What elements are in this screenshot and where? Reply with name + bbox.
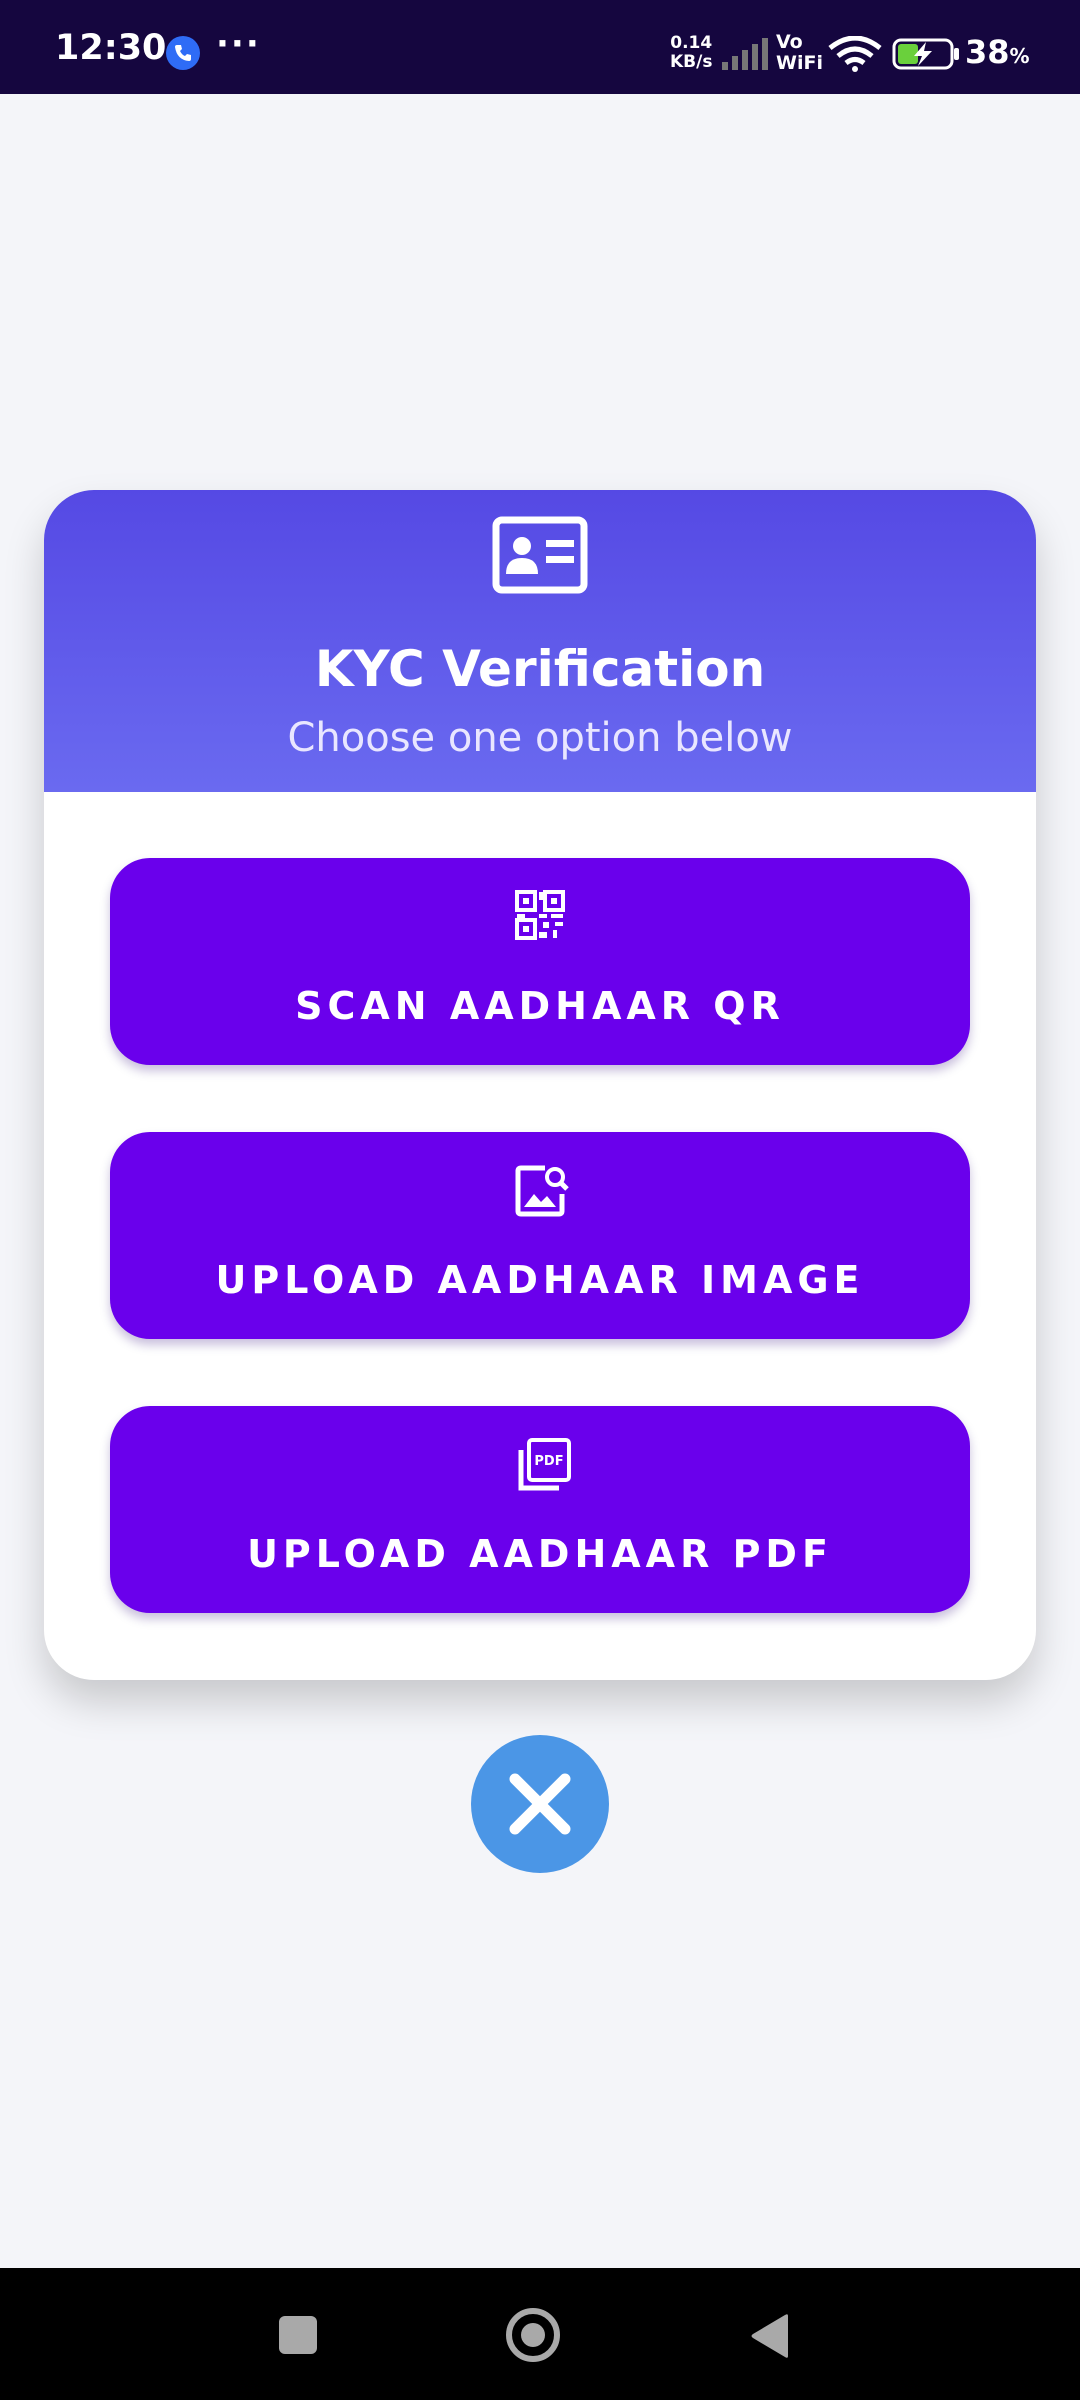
scan-aadhaar-qr-button[interactable]: SCAN AADHAAR QR: [110, 858, 970, 1065]
network-speed-unit: KB/s: [670, 52, 713, 72]
svg-text:PDF: PDF: [534, 1454, 563, 1469]
dialog-title: KYC Verification: [314, 640, 766, 698]
image-search-icon: [515, 1165, 569, 1217]
scan-aadhaar-qr-label: SCAN AADHAAR QR: [295, 984, 785, 1028]
status-bar: 12:30 ··· 0.14 KB/s Vo WiFi 38%: [0, 0, 1080, 94]
home-button[interactable]: [506, 2308, 560, 2362]
network-speed: 0.14 KB/s: [670, 34, 712, 72]
battery-charging-icon: [892, 38, 959, 70]
battery-percent: 38%: [965, 33, 1030, 71]
battery-percent-value: 38: [965, 33, 1010, 71]
upload-aadhaar-pdf-button[interactable]: PDF UPLOAD AADHAAR PDF: [110, 1406, 970, 1613]
network-speed-value: 0.14: [670, 33, 713, 53]
phone-call-icon: [166, 36, 200, 70]
dialog-header: KYC Verification Choose one option below: [44, 490, 1036, 792]
upload-aadhaar-image-label: UPLOAD AADHAAR IMAGE: [215, 1258, 865, 1302]
vowifi-vo: Vo: [776, 31, 803, 53]
upload-aadhaar-image-button[interactable]: UPLOAD AADHAAR IMAGE: [110, 1132, 970, 1339]
battery-percent-sign: %: [1009, 44, 1030, 68]
id-card-icon: [492, 516, 588, 594]
vowifi-indicator: Vo WiFi: [776, 32, 823, 74]
navigation-bar: [0, 2268, 1080, 2400]
close-icon: [509, 1773, 571, 1835]
recent-apps-button[interactable]: [279, 2316, 317, 2354]
more-notifications-icon: ···: [216, 24, 261, 64]
close-button[interactable]: [471, 1735, 609, 1873]
status-time: 12:30: [55, 28, 167, 68]
wifi-icon: [828, 36, 882, 72]
back-button[interactable]: [748, 2312, 792, 2360]
vowifi-wifi: WiFi: [776, 52, 823, 74]
dialog-subtitle: Choose one option below: [287, 715, 793, 761]
pdf-file-icon: PDF: [518, 1438, 571, 1491]
upload-aadhaar-pdf-label: UPLOAD AADHAAR PDF: [247, 1532, 833, 1576]
kyc-dialog: KYC Verification Choose one option below…: [44, 490, 1036, 1680]
cell-signal-icon: [722, 38, 768, 70]
qr-code-icon: [515, 890, 565, 940]
